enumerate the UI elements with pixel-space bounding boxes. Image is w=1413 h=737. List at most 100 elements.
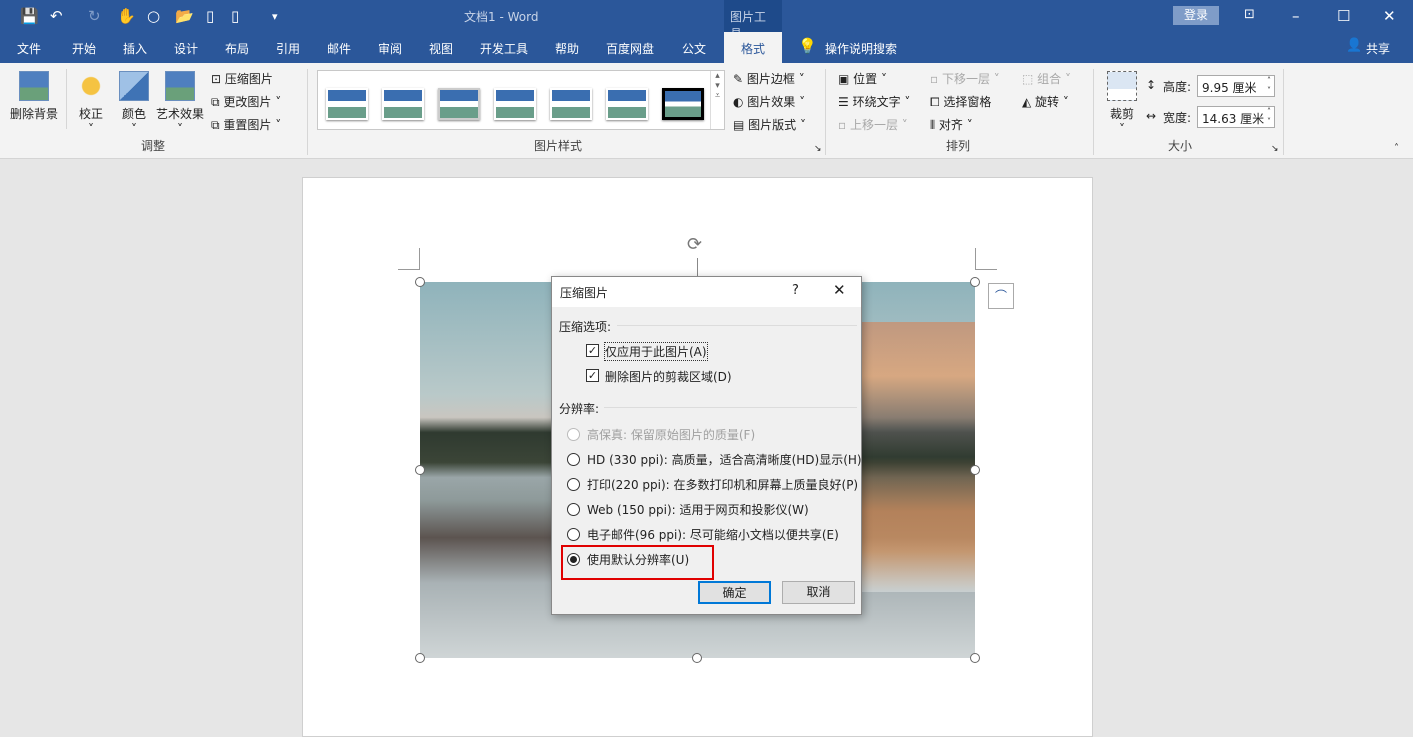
login-button[interactable]: 登录 (1173, 6, 1219, 25)
crop-button[interactable]: 裁剪 ˅ (1104, 71, 1140, 136)
style-thumb[interactable] (438, 88, 480, 120)
tab-design[interactable]: 设计 (174, 40, 198, 57)
resize-handle[interactable] (415, 653, 425, 663)
close-button[interactable]: ✕ (1383, 7, 1396, 25)
corrections-label: 校正 (78, 107, 103, 121)
ok-button[interactable]: 确定 (698, 581, 771, 604)
resize-handle[interactable] (692, 653, 702, 663)
artistic-effects-button[interactable]: 艺术效果 ˅ (155, 71, 205, 136)
style-thumb[interactable] (382, 88, 424, 120)
tab-review[interactable]: 审阅 (378, 40, 402, 57)
tab-baidu[interactable]: 百度网盘 (606, 40, 654, 57)
remove-bg-label: 删除背景 (9, 107, 58, 121)
size-dialog-launcher-icon[interactable]: ↘ (1271, 144, 1279, 154)
tab-help[interactable]: 帮助 (555, 40, 579, 57)
resize-handle[interactable] (970, 653, 980, 663)
radio-label[interactable]: 电子邮件(96 ppi): 尽可能缩小文档以便共享(E) (587, 526, 839, 543)
delete-cropped-checkbox[interactable]: ✓ (586, 369, 599, 382)
radio-hd[interactable] (567, 453, 580, 466)
radio-high-fidelity[interactable] (567, 428, 580, 441)
change-picture-button[interactable]: ⧉ 更改图片 ˅ (211, 93, 281, 110)
compress-options-label: 压缩选项: (559, 320, 612, 334)
tab-file[interactable]: 文件 (17, 40, 41, 57)
radio-label[interactable]: Web (150 ppi): 适用于网页和投影仪(W) (587, 501, 809, 518)
delete-cropped-label[interactable]: 删除图片的剪裁区域(D) (605, 368, 732, 385)
print-preview-icon[interactable]: ▯ (231, 7, 239, 25)
help-button[interactable]: ? (792, 283, 799, 298)
effects-label: 图片效果 (747, 95, 796, 109)
ribbon-display-icon[interactable]: ⊡ (1244, 7, 1255, 22)
redo-icon[interactable]: ↻ (88, 7, 101, 25)
save-icon[interactable]: 💾 (20, 7, 39, 25)
sun-icon (76, 71, 106, 101)
change-label: 更改图片 (223, 95, 272, 109)
resize-handle[interactable] (970, 277, 980, 287)
minimize-button[interactable]: – (1292, 7, 1300, 25)
tab-mailings[interactable]: 邮件 (327, 40, 351, 57)
style-thumb[interactable] (662, 88, 704, 120)
cancel-button[interactable]: 取消 (782, 581, 855, 604)
rotate-button[interactable]: ◭ 旋转 ˅ (1022, 93, 1069, 110)
position-button[interactable]: ▣ 位置 ˅ (838, 70, 887, 87)
customize-qat-icon[interactable]: ▾ (272, 10, 278, 23)
resize-handle[interactable] (415, 277, 425, 287)
touch-mode-icon[interactable]: ✋ (117, 7, 136, 25)
tab-layout[interactable]: 布局 (225, 40, 249, 57)
color-button[interactable]: 颜色 ˅ (116, 71, 152, 136)
tell-me-search[interactable]: 操作说明搜索 (825, 40, 897, 57)
corrections-button[interactable]: 校正 ˅ (73, 71, 109, 136)
picture-effects-button[interactable]: ◐ 图片效果 ˅ (733, 93, 805, 110)
new-doc-icon[interactable]: ▯ (206, 7, 214, 25)
style-thumb[interactable] (326, 88, 368, 120)
group-button[interactable]: ⬚ 组合 ˅ (1022, 70, 1071, 87)
picture-styles-gallery[interactable]: ▴ ▾ ⩡ (317, 70, 725, 130)
compress-label: 压缩图片 (224, 72, 273, 86)
tab-references[interactable]: 引用 (276, 40, 300, 57)
tab-view[interactable]: 视图 (429, 40, 453, 57)
share-button[interactable]: 共享 (1366, 40, 1390, 57)
open-icon[interactable]: 📂 (175, 7, 194, 25)
tab-home[interactable]: 开始 (72, 40, 96, 57)
apply-only-label[interactable]: 仅应用于此图片(A) (604, 342, 708, 361)
resize-handle[interactable] (970, 465, 980, 475)
radio-print[interactable] (567, 478, 580, 491)
width-input[interactable]: 14.63 厘米 ˄ ˅ (1197, 106, 1275, 128)
reset-picture-button[interactable]: ⧉ 重置图片 ˅ (211, 116, 281, 133)
style-thumb[interactable] (494, 88, 536, 120)
radio-label[interactable]: 打印(220 ppi): 在多数打印机和屏幕上质量良好(P) (587, 476, 858, 493)
style-thumb[interactable] (606, 88, 648, 120)
layout-options-icon[interactable]: ⌒ (988, 283, 1014, 309)
align-button[interactable]: ⫴ 对齐 ˅ (930, 116, 973, 133)
apply-only-checkbox[interactable]: ✓ (586, 344, 599, 357)
send-backward-button[interactable]: ▫ 下移一层 ˅ (930, 70, 1000, 87)
compress-pictures-button[interactable]: ⊡ 压缩图片 (211, 70, 273, 87)
picture-border-button[interactable]: ✎ 图片边框 ˅ (733, 70, 805, 87)
dialog-launcher-icon[interactable]: ↘ (814, 144, 822, 154)
tab-insert[interactable]: 插入 (123, 40, 147, 57)
height-input[interactable]: 9.95 厘米 ˄ ˅ (1197, 75, 1275, 97)
circle-icon[interactable]: ○ (147, 7, 160, 25)
resize-handle[interactable] (415, 465, 425, 475)
pane-label: 选择窗格 (943, 95, 992, 109)
radio-email[interactable] (567, 528, 580, 541)
style-thumb[interactable] (550, 88, 592, 120)
radio-label[interactable]: HD (330 ppi): 高质量，适合高清晰度(HD)显示(H) (587, 451, 862, 468)
remove-background-button[interactable]: 删除背景 (8, 71, 60, 122)
crop-label: 裁剪 (1109, 107, 1134, 121)
radio-web[interactable] (567, 503, 580, 516)
dialog-close-button[interactable]: ✕ (833, 281, 846, 299)
rotate-handle-icon[interactable]: ⟳ (687, 234, 702, 255)
dialog-titlebar: 压缩图片 ? ✕ (552, 277, 861, 307)
collapse-ribbon-icon[interactable]: ˄ (1394, 143, 1399, 154)
bring-forward-button[interactable]: ▫ 上移一层 ˅ (838, 116, 908, 133)
tab-gongwen[interactable]: 公文 (682, 40, 706, 57)
group-label-styles: 图片样式 (534, 139, 583, 153)
gallery-scroll[interactable]: ▴ ▾ ⩡ (710, 71, 724, 129)
selection-pane-button[interactable]: ⧠ 选择窗格 (930, 93, 991, 110)
maximize-button[interactable]: ☐ (1337, 7, 1350, 25)
undo-icon[interactable]: ↶ (50, 7, 63, 25)
wrap-text-button[interactable]: ☰ 环绕文字 ˅ (838, 93, 910, 110)
tab-format[interactable]: 格式 (724, 32, 782, 63)
tab-developer[interactable]: 开发工具 (480, 40, 528, 57)
picture-layout-button[interactable]: ▤ 图片版式 ˅ (733, 116, 806, 133)
